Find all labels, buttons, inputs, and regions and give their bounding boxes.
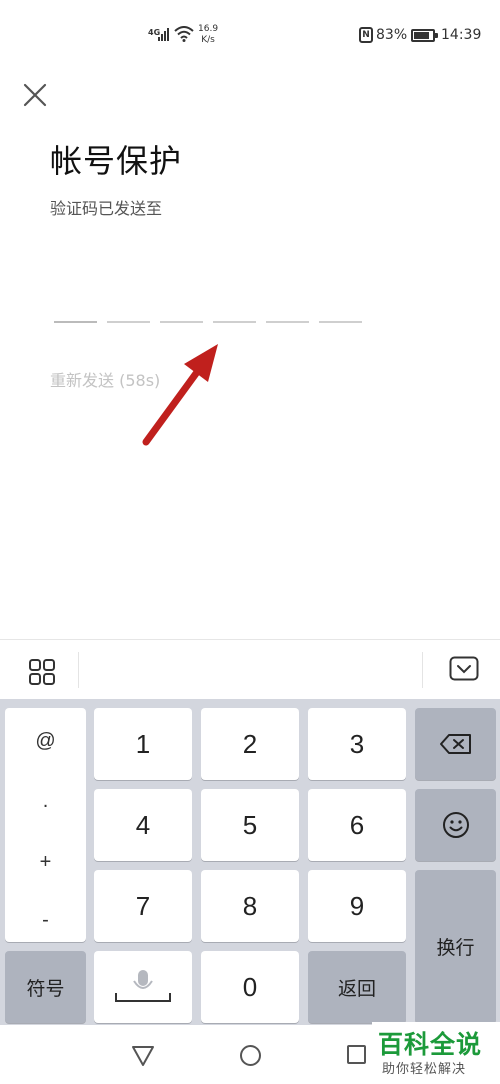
annotation-arrow-icon: [142, 344, 218, 446]
subtitle-fade: [160, 190, 220, 220]
newline-key[interactable]: 换行: [415, 870, 496, 1023]
battery-percent: 83%: [376, 27, 408, 43]
wifi-icon: [174, 26, 194, 42]
return-key[interactable]: 返回: [308, 951, 406, 1023]
symbol-key-dot[interactable]: .: [5, 790, 86, 813]
symbol-column: @ . + -: [5, 708, 86, 942]
key-1[interactable]: 1: [94, 708, 192, 780]
key-2[interactable]: 2: [201, 708, 299, 780]
nav-home-icon[interactable]: [240, 1045, 261, 1066]
grid-menu-icon[interactable]: [28, 658, 56, 686]
nav-back-icon[interactable]: [131, 1045, 155, 1067]
nfc-icon: N: [359, 27, 373, 43]
code-slot: [266, 321, 309, 323]
code-slot: [319, 321, 362, 323]
keyboard-hide-icon[interactable]: [449, 656, 479, 682]
key-8[interactable]: 8: [201, 870, 299, 942]
battery-fill: [414, 32, 429, 39]
close-icon[interactable]: [20, 80, 50, 110]
toolbar-divider: [78, 652, 79, 688]
page-title: 帐号保护: [50, 142, 183, 180]
numeric-keyboard: @ . + - 1 2 3 4 5 6 7 8 9 换行 符号 0 返回: [0, 699, 500, 1025]
key-3[interactable]: 3: [308, 708, 406, 780]
voice-input-key[interactable]: [94, 951, 192, 1023]
key-7[interactable]: 7: [94, 870, 192, 942]
backspace-icon: [439, 734, 471, 754]
key-9[interactable]: 9: [308, 870, 406, 942]
verification-sent-text: 验证码已发送至: [50, 199, 163, 218]
battery-icon: [411, 29, 438, 42]
toolbar-divider: [422, 652, 423, 688]
key-5[interactable]: 5: [201, 789, 299, 861]
code-slot: [160, 321, 203, 323]
watermark-title: 百科全说: [378, 1030, 483, 1059]
key-6[interactable]: 6: [308, 789, 406, 861]
signal-icon: [158, 27, 169, 41]
code-slot: [213, 321, 256, 323]
emoji-button[interactable]: [415, 789, 496, 861]
network-speed: 16.9 K/s: [198, 24, 219, 45]
key-0[interactable]: 0: [201, 951, 299, 1023]
nav-recent-apps-icon[interactable]: [347, 1045, 366, 1064]
microphone-icon: [115, 970, 171, 1002]
symbol-switch-key[interactable]: 符号: [5, 951, 86, 1023]
delete-button[interactable]: [415, 708, 496, 780]
watermark-logo: 百科全说 助你轻松解决: [372, 1022, 500, 1084]
watermark-subtitle: 助你轻松解决: [382, 1062, 467, 1077]
status-bar: 4G 16.9 K/s N 83% 14:39: [0, 0, 500, 72]
clock: 14:39: [441, 27, 482, 43]
key-4[interactable]: 4: [94, 789, 192, 861]
code-slot: [54, 321, 97, 323]
symbol-key-plus[interactable]: +: [5, 851, 86, 874]
keyboard-toolbar: [0, 639, 500, 699]
verification-code-input[interactable]: [54, 321, 362, 323]
code-slot: [107, 321, 150, 323]
symbol-key-minus[interactable]: -: [5, 909, 86, 932]
emoji-icon: [442, 812, 469, 838]
symbol-key-at[interactable]: @: [5, 730, 86, 753]
